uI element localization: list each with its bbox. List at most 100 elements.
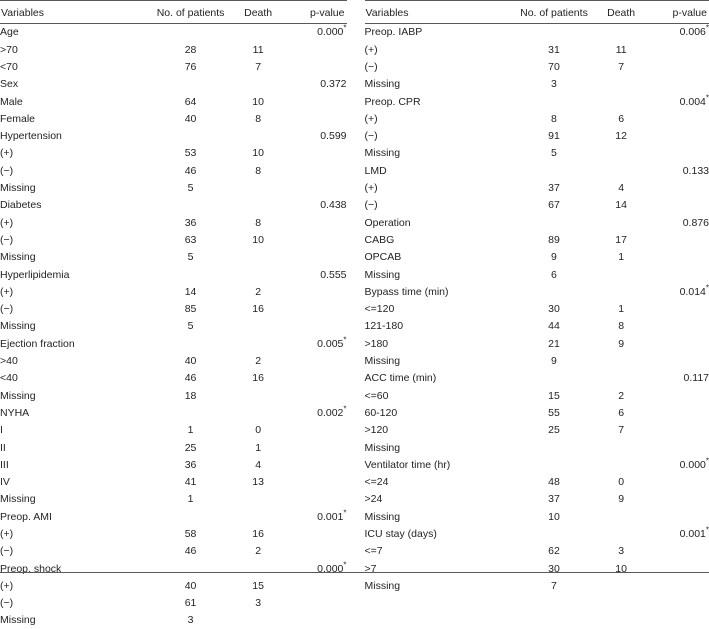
variable-category: (−) [0, 301, 147, 318]
table-row: NYHA0.002* [0, 405, 347, 422]
table-row: (+)5310 [0, 145, 347, 162]
variable-category: (+) [365, 110, 511, 127]
death-count [234, 128, 283, 145]
table-row: Missing18 [0, 387, 347, 404]
variable-category: <=120 [365, 301, 511, 318]
p-value [645, 76, 709, 93]
patients-count [147, 405, 234, 422]
variable-category: Missing [365, 145, 511, 162]
patients-count [147, 197, 234, 214]
death-count [597, 439, 645, 456]
variable-category: Missing [365, 508, 511, 525]
patients-count: 1 [147, 491, 234, 508]
p-value [645, 145, 709, 162]
patients-count: 5 [511, 145, 597, 162]
patients-count: 5 [147, 318, 234, 335]
p-value [282, 439, 346, 456]
death-count: 6 [597, 405, 645, 422]
death-count: 16 [234, 301, 283, 318]
patients-count: 40 [147, 353, 234, 370]
patients-count: 10 [511, 508, 597, 525]
patients-count [147, 266, 234, 283]
table-header-right: Variables No. of patients Death p-value [365, 1, 709, 24]
p-value [645, 405, 709, 422]
p-value [282, 491, 346, 508]
patients-count: 9 [511, 353, 597, 370]
variable-name: Bypass time (min) [365, 283, 511, 300]
p-value-text: 0.000 [317, 26, 343, 38]
death-count: 17 [597, 232, 645, 249]
p-value [282, 232, 346, 249]
p-value [645, 266, 709, 283]
variable-name: Operation [365, 214, 511, 231]
p-value-text: 0.006 [680, 26, 706, 38]
death-count [234, 266, 283, 283]
table-row: <=24480 [365, 474, 709, 491]
statistics-table: Variables No. of patients Death p-value … [0, 0, 709, 579]
table-row: >40402 [0, 353, 347, 370]
patients-count [511, 439, 597, 456]
death-count [597, 508, 645, 525]
death-count [597, 266, 645, 283]
p-value [645, 335, 709, 352]
table-row: I10 [0, 422, 347, 439]
p-value [645, 422, 709, 439]
variable-category: OPCAB [365, 249, 511, 266]
patients-count [511, 93, 597, 110]
variable-category: (+) [0, 526, 147, 543]
column-header-death: Death [234, 1, 283, 24]
table-body-right: Preop. IABP0.006*(+)3111(−)707Missing3Pr… [365, 24, 709, 595]
patients-count: 64 [147, 93, 234, 110]
variable-name: ICU stay (days) [365, 526, 511, 543]
death-count: 11 [234, 41, 283, 58]
table-row: (+)374 [365, 180, 709, 197]
patients-count: 62 [511, 543, 597, 560]
table-row: <=120301 [365, 301, 709, 318]
patients-count [511, 214, 597, 231]
variable-category: >70 [0, 41, 147, 58]
table-halves: Variables No. of patients Death p-value … [0, 0, 709, 579]
variable-category: Missing [0, 318, 147, 335]
patients-count: 21 [511, 335, 597, 352]
p-value [645, 543, 709, 560]
patients-count [511, 162, 597, 179]
table-row: Ventilator time (hr)0.000* [365, 456, 709, 473]
patients-count: 85 [147, 301, 234, 318]
death-count [597, 76, 645, 93]
variable-category: Missing [365, 266, 511, 283]
variable-name: Ventilator time (hr) [365, 456, 511, 473]
variable-category: I [0, 422, 147, 439]
p-value [645, 353, 709, 370]
variable-name: Hypertension [0, 128, 147, 145]
death-count: 2 [234, 353, 283, 370]
table-row: Missing [365, 439, 709, 456]
death-count [234, 249, 283, 266]
patients-count [147, 560, 234, 577]
variable-category: 121-180 [365, 318, 511, 335]
table-header-left: Variables No. of patients Death p-value [0, 1, 347, 24]
patients-count: 5 [147, 249, 234, 266]
variable-category: II [0, 439, 147, 456]
table-row: (+)368 [0, 214, 347, 231]
death-count: 7 [597, 422, 645, 439]
column-header-pvalue: p-value [282, 1, 346, 24]
table-half-left: Variables No. of patients Death p-value … [0, 0, 355, 579]
table-row: (−)8516 [0, 301, 347, 318]
p-value: 0.438 [282, 197, 346, 214]
p-value: 0.006* [645, 24, 709, 42]
patients-count: 3 [511, 76, 597, 93]
death-count: 8 [234, 162, 283, 179]
variable-name: Age [0, 24, 147, 42]
patients-count: 7 [511, 578, 597, 595]
variable-category: (+) [0, 283, 147, 300]
table-row: (−)6310 [0, 232, 347, 249]
table-row: LMD0.133 [365, 162, 709, 179]
p-value [282, 318, 346, 335]
p-value: 0.876 [645, 214, 709, 231]
p-value: 0.005* [282, 335, 346, 352]
p-value-text: 0.555 [320, 269, 346, 281]
table-row: Preop. CPR0.004* [365, 93, 709, 110]
p-value [645, 318, 709, 335]
table-row: Age0.000* [0, 24, 347, 42]
death-count: 8 [234, 214, 283, 231]
